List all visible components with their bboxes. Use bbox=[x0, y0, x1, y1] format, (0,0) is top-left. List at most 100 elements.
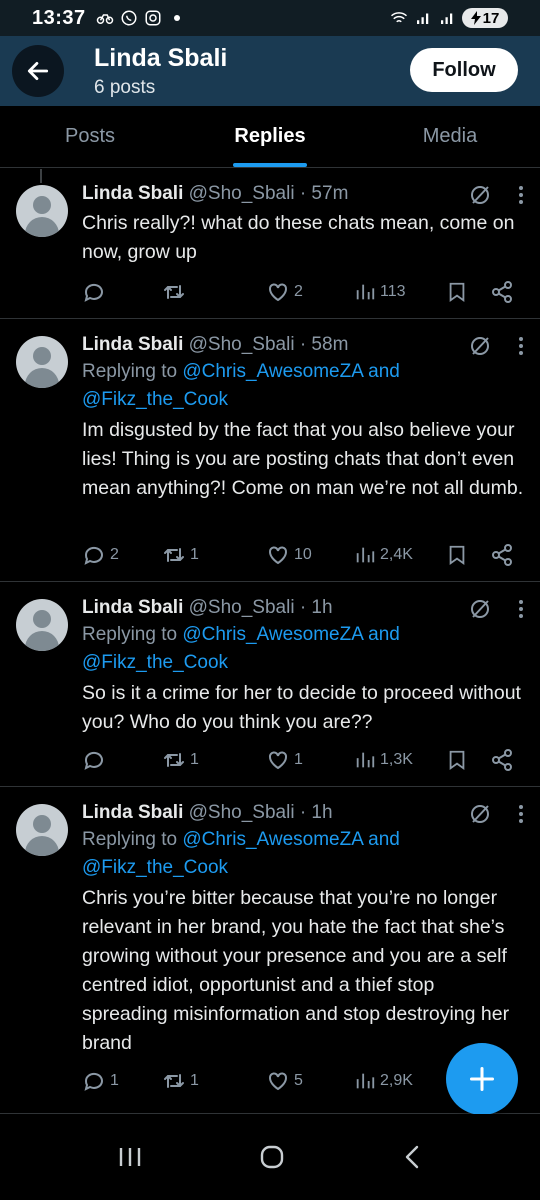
grok-icon[interactable] bbox=[468, 597, 492, 621]
signal-icon bbox=[417, 13, 429, 24]
view-count: 2,9K bbox=[380, 1072, 413, 1089]
retweet-button[interactable]: 1 bbox=[162, 1069, 199, 1093]
tweet-author-name[interactable]: Linda Sbali bbox=[82, 334, 183, 355]
share-button[interactable] bbox=[490, 280, 514, 304]
avatar[interactable] bbox=[16, 599, 68, 651]
more-icon[interactable] bbox=[518, 336, 524, 356]
compose-button[interactable] bbox=[446, 1043, 518, 1115]
system-nav-bar bbox=[0, 1114, 540, 1200]
grok-icon[interactable] bbox=[468, 802, 492, 826]
bookmark-button[interactable] bbox=[446, 543, 468, 567]
bookmark-icon bbox=[449, 750, 465, 771]
mention-link[interactable]: @Chris_AwesomeZA bbox=[182, 624, 363, 645]
tab-label: Media bbox=[422, 125, 478, 147]
tab-posts[interactable]: Posts bbox=[0, 106, 180, 167]
views-icon bbox=[356, 752, 375, 768]
views-button[interactable]: 2,4K bbox=[354, 544, 413, 566]
mention-link[interactable]: @Fikz_the_Cook bbox=[82, 857, 228, 878]
recent-apps-icon[interactable] bbox=[117, 1145, 143, 1169]
like-button[interactable]: 1 bbox=[266, 748, 303, 772]
battery-level: 17 bbox=[482, 9, 500, 27]
tweet-text: Im disgusted by the fact that you also b… bbox=[82, 419, 524, 499]
heart-icon bbox=[269, 751, 287, 770]
reply-button[interactable] bbox=[82, 748, 110, 772]
grok-icon[interactable] bbox=[468, 183, 492, 207]
tweet-text: So is it a crime for her to decide to pr… bbox=[82, 682, 521, 733]
like-button[interactable]: 5 bbox=[266, 1069, 303, 1093]
replying-to: Replying to @Chris_AwesomeZA and @Fikz_th… bbox=[82, 621, 524, 677]
reply-icon bbox=[84, 1072, 103, 1091]
retweet-button[interactable] bbox=[162, 280, 190, 304]
tweet[interactable]: Linda Sbali @Sho_Sbali · 58m Replying to… bbox=[0, 320, 540, 582]
and-word: and bbox=[362, 624, 400, 645]
views-button[interactable]: 1,3K bbox=[354, 749, 413, 771]
retweet-button[interactable]: 1 bbox=[162, 748, 199, 772]
like-button[interactable]: 10 bbox=[266, 543, 312, 567]
and-word: and bbox=[362, 361, 400, 382]
replying-to: Replying to @Chris_AwesomeZA and @Fikz_th… bbox=[82, 358, 524, 414]
views-button[interactable]: 2,9K bbox=[354, 1070, 413, 1092]
view-count: 2,4K bbox=[380, 546, 413, 563]
heart-icon bbox=[269, 546, 287, 565]
mention-link[interactable]: @Chris_AwesomeZA bbox=[182, 361, 363, 382]
tweet-handle-time: @Sho_Sbali · 1h bbox=[188, 597, 333, 618]
grok-icon[interactable] bbox=[468, 334, 492, 358]
retweet-count: 1 bbox=[190, 546, 199, 563]
tweet-text: Chris really?! what do these chats mean,… bbox=[82, 212, 515, 263]
retweet-count: 1 bbox=[190, 1072, 199, 1089]
mention-link[interactable]: @Fikz_the_Cook bbox=[82, 652, 228, 673]
tweet[interactable]: Linda Sbali @Sho_Sbali · 57m Chris reall… bbox=[0, 169, 540, 319]
views-icon bbox=[356, 284, 375, 300]
tab-media[interactable]: Media bbox=[360, 106, 540, 167]
heart-icon bbox=[269, 283, 287, 302]
reply-count: 1 bbox=[110, 1072, 119, 1089]
more-icon[interactable] bbox=[518, 804, 524, 824]
signal-icon bbox=[441, 13, 453, 24]
and-word: and bbox=[362, 829, 400, 850]
bookmark-button[interactable] bbox=[446, 748, 468, 772]
home-icon[interactable] bbox=[257, 1142, 287, 1172]
follow-button[interactable]: Follow bbox=[410, 48, 518, 92]
whatsapp-icon bbox=[121, 10, 137, 26]
tweet-author-name[interactable]: Linda Sbali bbox=[82, 597, 183, 618]
reply-icon bbox=[84, 546, 103, 565]
bike-icon bbox=[96, 14, 113, 24]
avatar[interactable] bbox=[16, 185, 68, 237]
bookmark-icon bbox=[449, 545, 465, 566]
share-icon bbox=[492, 749, 512, 771]
avatar[interactable] bbox=[16, 336, 68, 388]
back-nav-icon[interactable] bbox=[401, 1143, 423, 1171]
tweet-author-name[interactable]: Linda Sbali bbox=[82, 802, 183, 823]
like-button[interactable]: 2 bbox=[266, 280, 303, 304]
profile-tabs: Posts Replies Media bbox=[0, 106, 540, 168]
share-button[interactable] bbox=[490, 748, 514, 772]
retweet-button[interactable]: 1 bbox=[162, 543, 199, 567]
tweet-author-name[interactable]: Linda Sbali bbox=[82, 183, 183, 204]
view-count: 1,3K bbox=[380, 751, 413, 768]
tweet[interactable]: Linda Sbali @Sho_Sbali · 1h Replying to … bbox=[0, 583, 540, 787]
replying-prefix: Replying to bbox=[82, 624, 183, 645]
views-button[interactable]: 113 bbox=[354, 281, 406, 303]
more-icon[interactable] bbox=[518, 185, 524, 205]
mention-link[interactable]: @Fikz_the_Cook bbox=[82, 389, 228, 410]
retweet-icon bbox=[164, 753, 184, 767]
tweet-handle-time: @Sho_Sbali · 1h bbox=[188, 802, 333, 823]
share-button[interactable] bbox=[490, 543, 514, 567]
mention-link[interactable]: @Chris_AwesomeZA bbox=[182, 829, 363, 850]
status-bar: 13:37 17 bbox=[0, 0, 540, 36]
more-icon[interactable] bbox=[518, 599, 524, 619]
retweet-icon bbox=[164, 548, 184, 562]
like-count: 5 bbox=[294, 1072, 303, 1089]
wifi-icon bbox=[391, 12, 407, 23]
reply-button[interactable] bbox=[82, 280, 110, 304]
tab-replies[interactable]: Replies bbox=[180, 106, 360, 167]
back-button[interactable] bbox=[12, 45, 64, 97]
reply-button[interactable]: 1 bbox=[82, 1069, 119, 1093]
tab-label: Replies bbox=[234, 125, 306, 147]
profile-header: Linda Sbali 6 posts Follow bbox=[0, 36, 540, 106]
avatar[interactable] bbox=[16, 804, 68, 856]
replying-to: Replying to @Chris_AwesomeZA and @Fikz_th… bbox=[82, 826, 524, 882]
bookmark-button[interactable] bbox=[446, 280, 468, 304]
reply-button[interactable]: 2 bbox=[82, 543, 119, 567]
profile-name: Linda Sbali bbox=[94, 44, 228, 72]
